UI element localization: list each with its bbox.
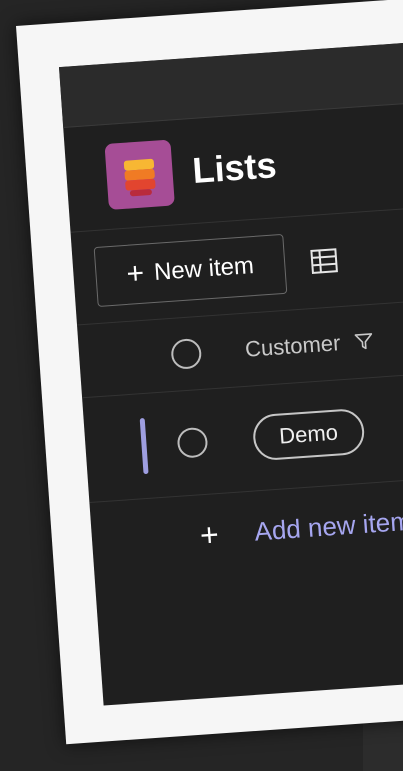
customer-choice-pill: Demo [251, 407, 366, 462]
select-all-checkbox[interactable] [170, 337, 203, 370]
window-frame: Lists + New item Customer Demo + Add new… [16, 0, 403, 745]
lists-app: Lists + New item Customer Demo + Add new… [58, 36, 403, 706]
screen: Lists + New item Customer Demo + Add new… [0, 0, 403, 771]
add-plus-icon: + [198, 516, 220, 554]
column-header-customer[interactable]: Customer [244, 330, 341, 363]
app-title: Lists [191, 144, 278, 191]
plus-icon: + [125, 256, 146, 291]
row-selection-indicator [139, 417, 149, 475]
grid-view-icon[interactable] [308, 245, 340, 277]
lists-logo-icon [104, 139, 175, 210]
new-item-label: New item [153, 252, 255, 286]
row-checkbox[interactable] [176, 426, 209, 459]
new-item-button[interactable]: + New item [93, 233, 287, 307]
filter-icon[interactable] [354, 331, 375, 352]
add-new-item-link[interactable]: Add new item [253, 505, 403, 547]
